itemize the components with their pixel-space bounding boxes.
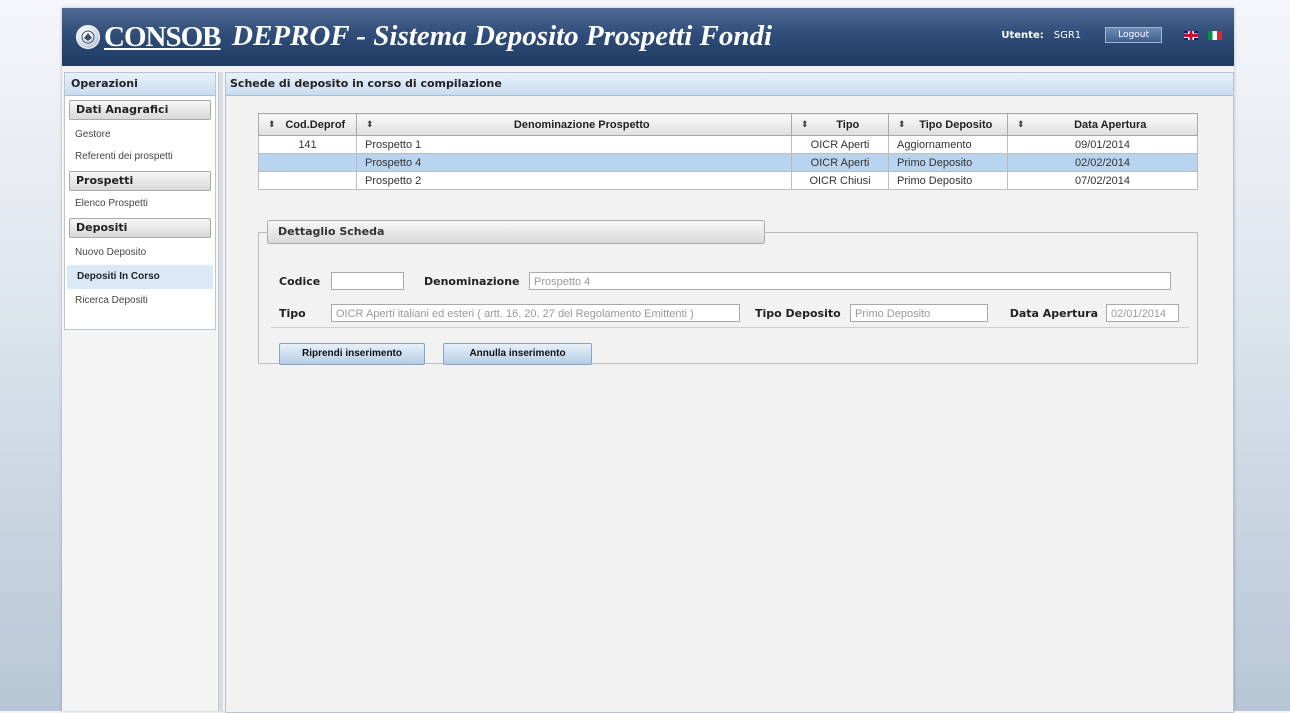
app-title: DEPROF - Sistema Deposito Prospetti Fond…	[232, 20, 773, 52]
cell-tipo: OICR Aperti	[791, 135, 889, 154]
header-bar: CONSOB DEPROF - Sistema Deposito Prospet…	[62, 8, 1234, 66]
sidebar-group-depositi[interactable]: Depositi	[69, 218, 211, 238]
table-header-row: ⬍ Cod.Deprof ⬍ Denominazione Prospetto ⬍ Ti…	[258, 113, 1198, 136]
cell-cod-deprof	[258, 171, 357, 190]
column-header-denominazione[interactable]: ⬍ Denominazione Prospetto	[356, 113, 792, 136]
detail-divider	[271, 327, 1189, 328]
denominazione-label: Denominazione	[424, 274, 520, 288]
cell-denominazione: Prospetto 2	[356, 171, 792, 190]
sort-icon[interactable]: ⬍	[898, 119, 906, 130]
column-header-tipo[interactable]: ⬍ Tipo	[791, 113, 889, 136]
sidebar: Operazioni Dati Anagrafici Gestore Refer…	[64, 72, 216, 330]
tipo-deposito-label: Tipo Deposito	[755, 306, 841, 320]
table-row[interactable]: 141 Prospetto 1 OICR Aperti Aggiornament…	[258, 135, 1198, 154]
cell-denominazione: Prospetto 4	[356, 153, 792, 172]
table-row[interactable]: Prospetto 2 OICR Chiusi Primo Deposito 0…	[258, 171, 1198, 190]
panel-divider[interactable]	[218, 72, 223, 711]
data-apertura-field[interactable]: 02/01/2014	[1106, 304, 1179, 322]
emblem-icon	[76, 25, 100, 49]
tipo-label: Tipo	[279, 306, 306, 320]
detail-row-1: Codice Denominazione Prospetto 4	[279, 272, 1171, 290]
sidebar-item-depositi-in-corso[interactable]: Depositi In Corso	[67, 265, 213, 289]
tipo-deposito-field[interactable]: Primo Deposito	[850, 304, 988, 322]
codice-label: Codice	[279, 274, 321, 288]
sort-icon[interactable]: ⬍	[1017, 119, 1025, 130]
cell-data-apertura: 09/01/2014	[1007, 135, 1198, 154]
cell-cod-deprof: 141	[258, 135, 357, 154]
logo-text: CONSOB	[104, 20, 221, 53]
sort-icon[interactable]: ⬍	[366, 119, 374, 130]
main-panel: Schede di deposito in corso di compilazi…	[225, 72, 1234, 713]
cell-tipo-deposito: Primo Deposito	[888, 153, 1008, 172]
sidebar-item-referenti[interactable]: Referenti dei prospetti	[65, 147, 215, 167]
user-label: Utente:	[1001, 29, 1044, 41]
cell-data-apertura: 07/02/2014	[1007, 171, 1198, 190]
sidebar-group-prospetti[interactable]: Prospetti	[69, 171, 211, 191]
detail-fieldset: Dettaglio Scheda Codice Denominazione Pr…	[258, 220, 1198, 365]
sort-icon[interactable]: ⬍	[801, 119, 809, 130]
cell-tipo-deposito: Primo Deposito	[888, 171, 1008, 190]
column-header-cod-deprof[interactable]: ⬍ Cod.Deprof	[258, 113, 357, 136]
table-row-selected[interactable]: Prospetto 4 OICR Aperti Primo Deposito 0…	[258, 153, 1198, 172]
main-title: Schede di deposito in corso di compilazi…	[226, 73, 1233, 96]
italy-flag-icon[interactable]	[1208, 30, 1222, 40]
denominazione-field[interactable]: Prospetto 4	[529, 272, 1171, 290]
detail-row-2: Tipo OICR Aperti italiani ed esteri ( ar…	[279, 304, 1179, 322]
column-header-data-apertura[interactable]: ⬍ Data Apertura	[1007, 113, 1198, 136]
codice-field[interactable]	[331, 272, 404, 290]
sort-icon[interactable]: ⬍	[268, 119, 276, 130]
sidebar-item-ricerca-depositi[interactable]: Ricerca Depositi	[65, 289, 215, 313]
cell-cod-deprof	[258, 153, 357, 172]
cancel-button[interactable]: Annulla inserimento	[443, 343, 592, 365]
data-apertura-label: Data Apertura	[1009, 306, 1098, 320]
sidebar-group-dati-anagrafici[interactable]: Dati Anagrafici	[69, 100, 211, 120]
deposit-table: ⬍ Cod.Deprof ⬍ Denominazione Prospetto ⬍ Ti…	[258, 113, 1198, 190]
cell-tipo-deposito: Aggiornamento	[888, 135, 1008, 154]
column-header-tipo-deposito[interactable]: ⬍ Tipo Deposito	[888, 113, 1008, 136]
cell-denominazione: Prospetto 1	[356, 135, 792, 154]
cell-tipo: OICR Chiusi	[791, 171, 889, 190]
app-frame: CONSOB DEPROF - Sistema Deposito Prospet…	[62, 8, 1234, 713]
logout-button[interactable]: Logout	[1105, 27, 1162, 43]
user-area: Utente: SGR1 Logout	[1001, 27, 1222, 43]
sidebar-item-nuovo-deposito[interactable]: Nuovo Deposito	[65, 241, 215, 265]
cell-data-apertura: 02/02/2014	[1007, 153, 1198, 172]
uk-flag-icon[interactable]	[1184, 30, 1198, 40]
tipo-field[interactable]: OICR Aperti italiani ed esteri ( artt. 1…	[331, 304, 740, 322]
detail-legend: Dettaglio Scheda	[267, 220, 765, 244]
sidebar-item-elenco-prospetti[interactable]: Elenco Prospetti	[65, 194, 215, 214]
cell-tipo: OICR Aperti	[791, 153, 889, 172]
resume-button[interactable]: Riprendi inserimento	[279, 343, 425, 365]
user-value: SGR1	[1053, 29, 1082, 41]
consob-logo: CONSOB	[76, 18, 221, 56]
sidebar-title: Operazioni	[65, 73, 215, 96]
sidebar-item-gestore[interactable]: Gestore	[65, 123, 215, 147]
